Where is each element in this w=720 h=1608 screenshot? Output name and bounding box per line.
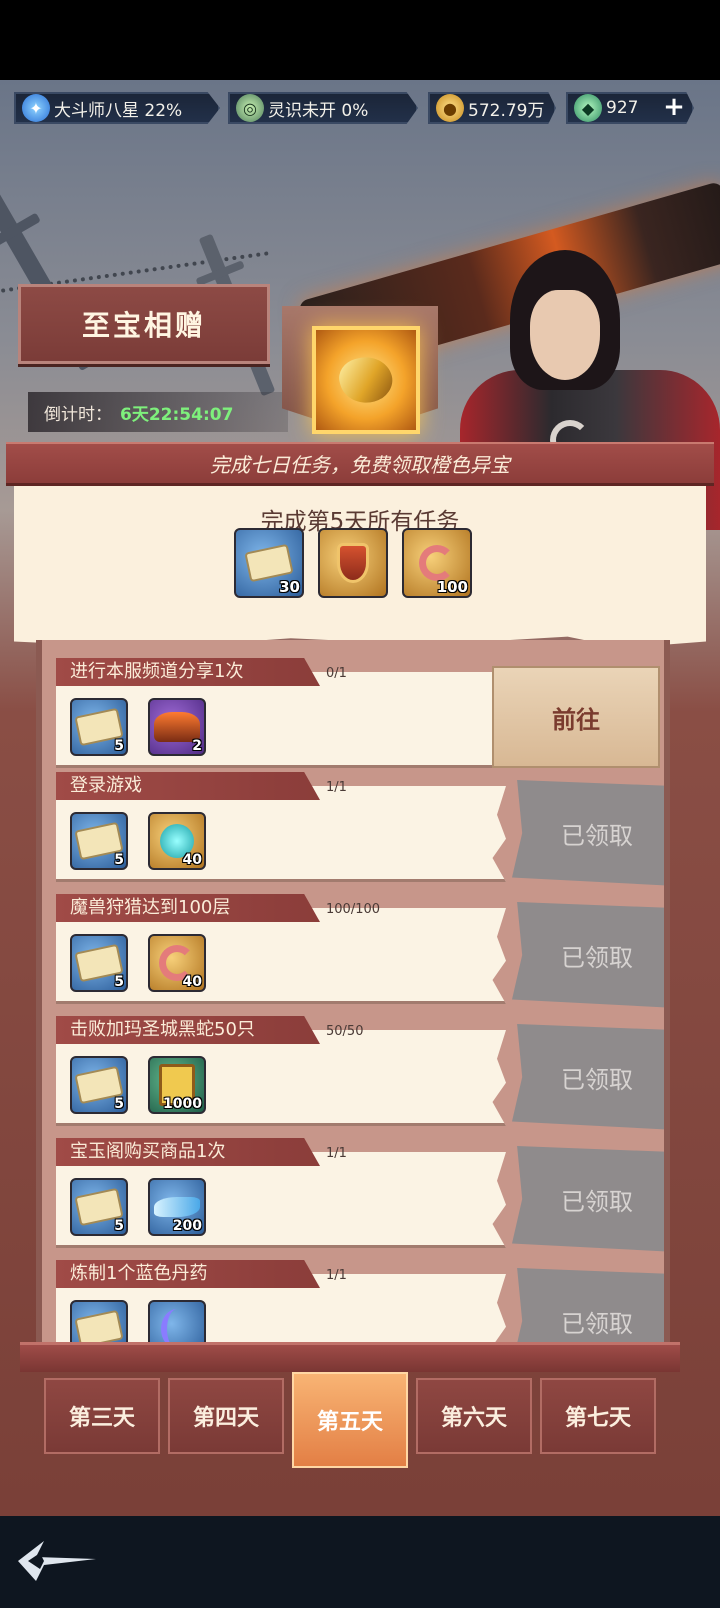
countdown-time: 6天22:54:07 xyxy=(120,404,234,425)
task-progress: 1/1 xyxy=(326,780,347,795)
task-progress: 1/1 xyxy=(326,1146,347,1161)
task-row: 进行本服频道分享1次 0/1 5 2 前往 xyxy=(56,658,664,772)
coin-text: 572.79万 xyxy=(468,100,545,121)
reward-item-shield[interactable] xyxy=(318,528,388,598)
task-label: 进行本服频道分享1次 xyxy=(56,658,320,686)
task-row: 击败加玛圣城黑蛇50只 50/50 5 1000 已领取 xyxy=(56,1016,664,1130)
task-row: 魔兽狩猎达到100层 100/100 5 40 已领取 xyxy=(56,894,664,1008)
task-row: 登录游戏 1/1 5 40 已领取 xyxy=(56,772,664,886)
bottom-nav-bar xyxy=(0,1516,720,1608)
item-qty: 30 xyxy=(279,578,300,596)
claimed-button[interactable]: 已领取 xyxy=(512,1146,664,1252)
task-label: 魔兽狩猎达到100层 xyxy=(56,894,320,922)
task-progress: 100/100 xyxy=(326,902,381,917)
swirl-icon: ◎ xyxy=(236,94,264,122)
scroll-icon xyxy=(244,543,294,583)
task-reward-item[interactable]: 5 xyxy=(70,812,128,870)
rank-display[interactable]: ✦ 大斗师八星 22% xyxy=(14,92,220,124)
task-progress: 1/1 xyxy=(326,1268,347,1283)
countdown-label: 倒计时： xyxy=(44,404,112,425)
reward-item-ring[interactable]: 100 xyxy=(402,528,472,598)
tab-day-7[interactable]: 第七天 xyxy=(540,1378,656,1454)
coin-display[interactable]: ● 572.79万 xyxy=(428,92,556,124)
shield-icon xyxy=(337,543,369,583)
task-label: 登录游戏 xyxy=(56,772,320,800)
item-qty: 100 xyxy=(436,578,468,596)
task-reward-item[interactable]: 5 xyxy=(70,934,128,992)
back-logo-icon[interactable] xyxy=(14,1535,100,1585)
task-reward-item[interactable]: 40 xyxy=(148,934,206,992)
jade-icon: ◆ xyxy=(574,94,602,122)
task-reward-item[interactable]: 5 xyxy=(70,1178,128,1236)
spirit-text: 灵识未开 0% xyxy=(268,100,369,121)
task-list[interactable]: 进行本服频道分享1次 0/1 5 2 前往 登录游戏 1/1 5 40 已领取 … xyxy=(36,640,670,1356)
claimed-button[interactable]: 已领取 xyxy=(512,780,664,886)
flame-icon: ✦ xyxy=(22,94,50,122)
rank-text: 大斗师八星 22% xyxy=(54,100,183,121)
task-label: 宝玉阁购买商品1次 xyxy=(56,1138,320,1166)
event-title: 至宝相赠 xyxy=(18,284,270,364)
ring-icon xyxy=(419,545,455,581)
spirit-display[interactable]: ◎ 灵识未开 0% xyxy=(228,92,418,124)
coin-icon: ● xyxy=(436,94,464,122)
go-button[interactable]: 前往 xyxy=(492,666,660,768)
claimed-button[interactable]: 已领取 xyxy=(512,1024,664,1130)
orange-treasure-icon[interactable] xyxy=(312,326,420,434)
task-reward-item[interactable]: 200 xyxy=(148,1178,206,1236)
tab-day-3[interactable]: 第三天 xyxy=(44,1378,160,1454)
task-progress: 50/50 xyxy=(326,1024,364,1039)
fish-icon xyxy=(154,1197,200,1217)
claimed-button[interactable]: 已领取 xyxy=(512,902,664,1008)
task-label: 击败加玛圣城黑蛇50只 xyxy=(56,1016,320,1044)
reward-item-scroll[interactable]: 30 xyxy=(234,528,304,598)
tab-day-4[interactable]: 第四天 xyxy=(168,1378,284,1454)
status-bar-area xyxy=(0,0,720,80)
tab-day-6[interactable]: 第六天 xyxy=(416,1378,532,1454)
task-reward-item[interactable]: 5 xyxy=(70,1056,128,1114)
countdown: 倒计时： 6天22:54:07 xyxy=(28,392,288,432)
task-reward-item[interactable]: 1000 xyxy=(148,1056,206,1114)
task-label: 炼制1个蓝色丹药 xyxy=(56,1260,320,1288)
task-reward-item[interactable]: 5 xyxy=(70,698,128,756)
task-reward-item[interactable]: 2 xyxy=(148,698,206,756)
task-reward-item[interactable]: 40 xyxy=(148,812,206,870)
jade-text: 927 xyxy=(606,98,639,118)
task-row: 宝玉阁购买商品1次 1/1 5 200 已领取 xyxy=(56,1138,664,1252)
event-headline: 完成七日任务，免费领取橙色异宝 xyxy=(6,442,714,486)
task-progress: 0/1 xyxy=(326,666,347,681)
tab-rail xyxy=(20,1342,680,1372)
treasure-gem xyxy=(334,351,398,409)
tab-day-5[interactable]: 第五天 xyxy=(292,1372,408,1468)
add-jade-button[interactable]: + xyxy=(660,94,688,122)
hero-face xyxy=(530,290,600,380)
